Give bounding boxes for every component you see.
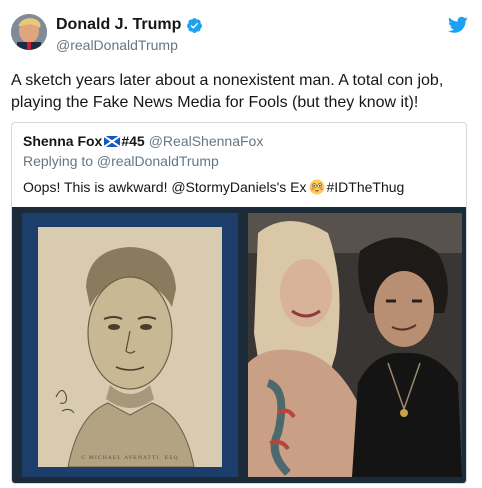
avatar-image (11, 14, 47, 50)
author-name[interactable]: Donald J. Trump (56, 16, 181, 34)
tweet-text: A sketch years later about a nonexistent… (11, 72, 444, 111)
quoted-author-row[interactable]: Shenna Fox #45 @RealShennaFox (23, 133, 263, 149)
tweet-card: Donald J. Trump @realDonaldTrump A sketc… (0, 0, 482, 488)
quoted-tweet-text: Oops! This is awkward! @StormyDaniels's … (23, 179, 404, 195)
photo-image[interactable] (248, 213, 462, 477)
sketch-caption: C MICHAEL AVENATTI, ESQ (81, 455, 179, 461)
photo-drawing (248, 213, 462, 477)
twitter-bird-icon[interactable] (448, 16, 468, 34)
quoted-text-hashtag[interactable]: #IDTheThug (327, 179, 405, 195)
avatar[interactable] (11, 14, 47, 50)
author-handle[interactable]: @realDonaldTrump (56, 37, 178, 53)
quoted-author-handle[interactable]: @RealShennaFox (149, 133, 264, 149)
sketch-drawing (55, 247, 195, 467)
replying-to: Replying to @realDonaldTrump (23, 153, 219, 169)
quoted-author-name[interactable]: Shenna Fox (23, 133, 102, 149)
quoted-tweet[interactable]: Shenna Fox #45 @RealShennaFox Replying t… (11, 122, 467, 484)
author-name-row[interactable]: Donald J. Trump (56, 16, 203, 34)
scotland-flag-icon (104, 135, 121, 147)
quoted-author-name-suffix[interactable]: #45 (121, 133, 144, 149)
flushed-face-icon (309, 179, 324, 195)
quoted-text-before-emoji: Oops! This is awkward! @StormyDaniels's … (23, 179, 307, 195)
verified-badge-icon (187, 17, 203, 33)
composite-sketch-image[interactable]: C MICHAEL AVENATTI, ESQ (22, 213, 238, 477)
sketch-paper: C MICHAEL AVENATTI, ESQ (38, 227, 222, 467)
quoted-media[interactable]: C MICHAEL AVENATTI, ESQ (12, 207, 466, 483)
